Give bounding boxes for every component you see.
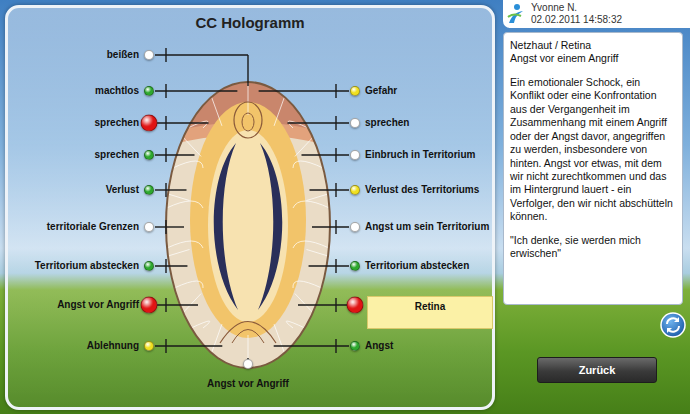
marker-dot[interactable] xyxy=(350,341,360,351)
user-name: Yvonne N. xyxy=(531,2,622,14)
marker-dot[interactable] xyxy=(144,86,154,96)
point-label[interactable]: Territorium abstecken xyxy=(365,260,469,272)
status-dot xyxy=(350,341,360,351)
user-header: Yvonne N. 02.02.2011 14:58:32 xyxy=(503,0,690,28)
point-label[interactable]: Angst um sein Territorium xyxy=(365,221,489,233)
point-label[interactable]: Ablehnung xyxy=(87,340,139,352)
point-label[interactable]: Einbruch in Territorium xyxy=(365,149,475,161)
logo-icon xyxy=(506,3,526,25)
point-label[interactable]: sprechen xyxy=(95,149,139,161)
hologram-diagram xyxy=(8,8,492,407)
marker-dot[interactable] xyxy=(350,150,360,160)
detail-title: Netzhaut / Retina xyxy=(510,39,676,52)
point-label[interactable]: Angst vor Angriff xyxy=(207,378,289,390)
panel-title: CC Hologramm xyxy=(8,12,492,35)
marker-dot[interactable] xyxy=(141,115,158,132)
status-dot xyxy=(350,150,360,160)
point-label[interactable]: sprechen xyxy=(95,117,139,129)
point-label[interactable]: machtlos xyxy=(95,85,139,97)
marker-dot[interactable] xyxy=(350,118,360,128)
marker-dot[interactable] xyxy=(350,86,360,96)
date-time: 02.02.2011 14:58:32 xyxy=(531,14,622,26)
point-label[interactable]: Gefahr xyxy=(365,85,397,97)
point-label[interactable]: Verlust des Territoriums xyxy=(365,184,479,196)
marker-dot[interactable] xyxy=(144,50,154,60)
point-label[interactable]: Territorium abstecken xyxy=(35,260,139,272)
marker-dot[interactable] xyxy=(350,185,360,195)
marker-dot[interactable] xyxy=(144,150,154,160)
marker-dot[interactable] xyxy=(144,261,154,271)
status-dot xyxy=(144,50,154,60)
selected-label-box[interactable]: Retina xyxy=(367,296,493,329)
status-dot xyxy=(350,185,360,195)
hologram-panel: CC Hologramm beißen machtlos sprechen sprech… xyxy=(5,5,495,410)
status-dot xyxy=(243,359,253,369)
marker-dot[interactable] xyxy=(350,222,360,232)
status-dot xyxy=(350,222,360,232)
point-label[interactable]: sprechen xyxy=(365,117,409,129)
point-label[interactable]: territoriale Grenzen xyxy=(47,221,139,233)
marker-dot[interactable] xyxy=(347,297,364,314)
marker-dot[interactable] xyxy=(144,222,154,232)
point-label[interactable]: beißen xyxy=(107,49,139,61)
marker-dot[interactable] xyxy=(144,185,154,195)
detail-text: Ein emotionaler Schock, ein Konflikt ode… xyxy=(510,76,676,224)
marker-dot[interactable] xyxy=(144,341,154,351)
status-dot xyxy=(144,150,154,160)
status-dot xyxy=(350,261,360,271)
detail-subtitle: Angst vor einem Angriff xyxy=(510,52,676,65)
point-label[interactable]: Angst xyxy=(365,340,393,352)
status-dot xyxy=(141,115,158,132)
back-button[interactable]: Zurück xyxy=(537,357,657,383)
status-dot xyxy=(141,297,158,314)
status-dot xyxy=(347,297,364,314)
status-dot xyxy=(350,86,360,96)
status-dot xyxy=(144,341,154,351)
detail-quote: "Ich denke, sie werden mich erwischen" xyxy=(510,234,676,261)
detail-panel: Netzhaut / RetinaAngst vor einem Angriff… xyxy=(503,32,683,305)
refresh-icon[interactable] xyxy=(660,312,686,338)
status-dot xyxy=(144,222,154,232)
point-label[interactable]: Verlust xyxy=(106,184,139,196)
status-dot xyxy=(144,86,154,96)
status-dot xyxy=(350,118,360,128)
marker-dot[interactable] xyxy=(350,261,360,271)
point-label[interactable]: Angst vor Angriff xyxy=(57,299,139,311)
marker-dot[interactable] xyxy=(243,359,253,369)
status-dot xyxy=(144,261,154,271)
status-dot xyxy=(144,185,154,195)
info-column: Yvonne N. 02.02.2011 14:58:32 Netzhaut /… xyxy=(503,0,690,410)
marker-dot[interactable] xyxy=(141,297,158,314)
